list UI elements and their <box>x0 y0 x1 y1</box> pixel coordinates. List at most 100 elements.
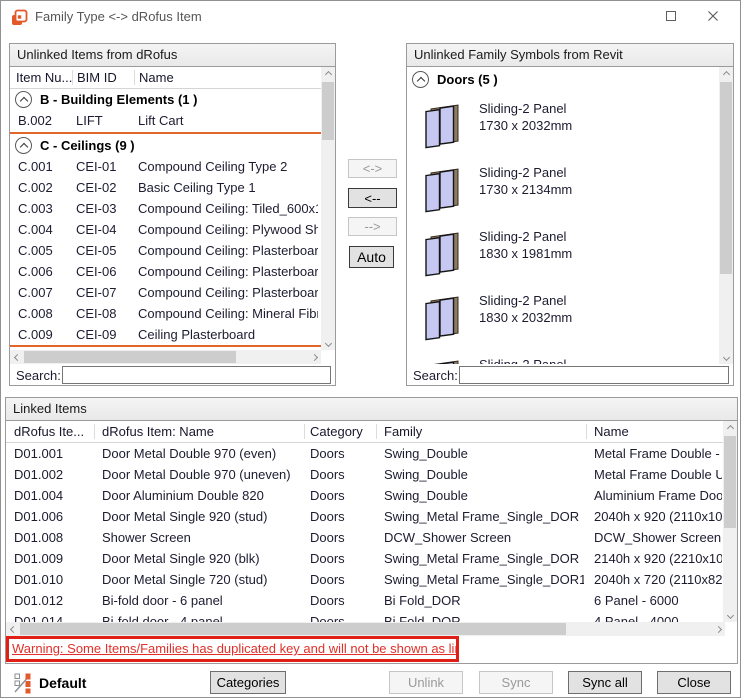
scrollbar-thumb[interactable] <box>724 436 736 528</box>
scrollbar-thumb[interactable] <box>20 623 566 635</box>
close-window-button[interactable] <box>696 1 730 31</box>
warning-text: Warning: Some Items/Families has duplica… <box>9 639 456 659</box>
family-item[interactable]: Sliding-2 Panel 1730 x 2134mm <box>407 159 719 223</box>
titlebar[interactable]: Family Type <-> dRofus Item <box>1 1 740 33</box>
vertical-scrollbar[interactable] <box>719 67 733 364</box>
scroll-down-icon[interactable] <box>723 608 737 622</box>
table-row[interactable]: D01.004 Door Aluminium Double 820 Doors … <box>6 485 725 506</box>
cell-item-name: Bi-fold door - 6 panel <box>102 590 302 611</box>
table-row[interactable]: D01.010 Door Metal Single 720 (stud) Doo… <box>6 569 725 590</box>
search-input[interactable] <box>62 366 331 384</box>
table-row[interactable]: D01.002 Door Metal Double 970 (uneven) D… <box>6 464 725 485</box>
table-row[interactable]: D01.009 Door Metal Single 920 (blk) Door… <box>6 548 725 569</box>
column-separator <box>304 424 305 439</box>
unlink-button[interactable]: Unlink <box>389 671 463 694</box>
scroll-right-icon[interactable] <box>711 622 725 636</box>
cell-bim-id: CEI-08 <box>76 303 134 324</box>
cell-name: 6 Panel - 6000 <box>594 590 722 611</box>
app-icon <box>11 9 28 26</box>
column-header-name[interactable]: Name <box>594 421 719 443</box>
scroll-left-icon[interactable] <box>6 622 20 636</box>
column-header-family[interactable]: Family <box>384 421 582 443</box>
categories-button[interactable]: Categories <box>210 671 286 694</box>
cell-category: Doors <box>310 527 374 548</box>
table-row[interactable]: C.006 CEI-06 Compound Ceiling: Plasterbo… <box>10 261 321 282</box>
scroll-up-icon[interactable] <box>723 421 737 435</box>
scroll-up-icon[interactable] <box>321 67 335 81</box>
table-row[interactable]: C.001 CEI-01 Compound Ceiling Type 2 <box>10 156 321 177</box>
vertical-scrollbar[interactable] <box>723 421 737 622</box>
family-item[interactable]: Sliding-2 Panel 1730 x 2032mm <box>407 95 719 159</box>
unlinked-items-grid-header: Item Nu... BIM ID Name <box>10 67 321 89</box>
cell-name: Compound Ceiling: Mineral Fibre <box>138 303 318 324</box>
table-row[interactable]: D01.006 Door Metal Single 920 (stud) Doo… <box>6 506 725 527</box>
cell-bim-id: CEI-04 <box>76 219 134 240</box>
table-row[interactable]: B.002 LIFT Lift Cart <box>10 110 321 131</box>
door-icon <box>423 161 465 213</box>
column-header-bim-id[interactable]: BIM ID <box>77 67 132 89</box>
maximize-button[interactable] <box>654 1 688 31</box>
cell-family: Swing_Double <box>384 485 584 506</box>
column-header-name[interactable]: Name <box>139 67 309 89</box>
table-row[interactable]: D01.012 Bi-fold door - 6 panel Doors Bi … <box>6 590 725 611</box>
link-right-button[interactable]: --> <box>348 217 397 236</box>
cell-name: Compound Ceiling: Plasterboard_F <box>138 261 318 282</box>
search-input[interactable] <box>459 366 729 384</box>
collapse-group-icon[interactable] <box>15 137 32 154</box>
table-row[interactable]: D01.001 Door Metal Double 970 (even) Doo… <box>6 443 725 464</box>
sync-all-button[interactable]: Sync all <box>568 671 642 694</box>
cell-bim-id: CEI-01 <box>76 156 134 177</box>
cell-family: DCW_Shower Screen <box>384 527 584 548</box>
column-header-item-number[interactable]: Item Nu... <box>16 67 72 89</box>
column-header-category[interactable]: Category <box>310 421 372 443</box>
scroll-down-icon[interactable] <box>321 336 335 350</box>
table-row[interactable]: C.007 CEI-07 Compound Ceiling: Plasterbo… <box>10 282 321 303</box>
scroll-down-icon[interactable] <box>719 350 733 364</box>
family-item[interactable]: Sliding-2 Panel 1830 x 1981mm <box>407 223 719 287</box>
cell-item-name: Door Metal Single 920 (blk) <box>102 548 302 569</box>
footer-bar: Default Categories Unlink Sync Sync all … <box>1 667 741 698</box>
cell-name: Compound Ceiling: Plywood Sheet <box>138 219 318 240</box>
scrollbar-thumb[interactable] <box>322 82 334 140</box>
scroll-up-icon[interactable] <box>719 67 733 81</box>
door-icon <box>423 353 465 364</box>
collapse-group-icon[interactable] <box>15 91 32 108</box>
cell-family: Swing_Metal Frame_Single_DOR <box>384 548 584 569</box>
auto-match-button[interactable]: Auto <box>349 246 394 268</box>
table-row[interactable]: C.009 CEI-09 Ceiling Plasterboard <box>10 324 321 345</box>
scrollbar-thumb[interactable] <box>720 82 732 274</box>
column-header-drofus-item[interactable]: dRofus Ite... <box>14 421 90 443</box>
table-row[interactable]: C.005 CEI-05 Compound Ceiling: Plasterbo… <box>10 240 321 261</box>
horizontal-scrollbar[interactable] <box>6 622 725 636</box>
link-both-button[interactable]: <-> <box>348 159 397 178</box>
table-row[interactable]: D01.008 Shower Screen Doors DCW_Shower S… <box>6 527 725 548</box>
cell-category: Doors <box>310 464 374 485</box>
cell-category: Doors <box>310 506 374 527</box>
group-label: C - Ceilings (9 ) <box>40 135 135 156</box>
family-item[interactable]: Sliding-2 Panel 1830 x 2032mm <box>407 287 719 351</box>
cell-item-number: C.008 <box>18 303 73 324</box>
vertical-scrollbar[interactable] <box>321 67 335 350</box>
horizontal-scrollbar[interactable] <box>10 350 321 364</box>
link-left-button[interactable]: <-- <box>348 188 397 208</box>
table-row[interactable]: C.002 CEI-02 Basic Ceiling Type 1 <box>10 177 321 198</box>
group-row-doors[interactable]: Doors (5 ) <box>407 69 719 90</box>
scroll-left-icon[interactable] <box>10 350 24 364</box>
close-button[interactable]: Close <box>657 671 731 694</box>
cell-item-name: Bi-fold door - 4 panel <box>102 611 302 622</box>
cell-family: Bi Fold_DOR <box>384 590 584 611</box>
column-header-drofus-item-name[interactable]: dRofus Item: Name <box>102 421 300 443</box>
sync-button[interactable]: Sync <box>479 671 553 694</box>
scrollbar-thumb[interactable] <box>24 351 236 363</box>
group-row-ceilings[interactable]: C - Ceilings (9 ) <box>10 135 321 156</box>
scroll-right-icon[interactable] <box>307 350 321 364</box>
collapse-group-icon[interactable] <box>412 71 429 88</box>
table-row[interactable]: C.008 CEI-08 Compound Ceiling: Mineral F… <box>10 303 321 324</box>
cell-bim-id: CEI-06 <box>76 261 134 282</box>
table-row[interactable]: C.004 CEI-04 Compound Ceiling: Plywood S… <box>10 219 321 240</box>
table-row[interactable]: C.003 CEI-03 Compound Ceiling: Tiled_600… <box>10 198 321 219</box>
family-item[interactable]: Sliding-2 Panel <box>407 351 719 364</box>
warning-banner: Warning: Some Items/Families has duplica… <box>6 636 459 662</box>
table-row[interactable]: D01.014 Bi-fold door - 4 panel Doors Bi … <box>6 611 725 622</box>
group-row-building-elements[interactable]: B - Building Elements (1 ) <box>10 89 321 110</box>
